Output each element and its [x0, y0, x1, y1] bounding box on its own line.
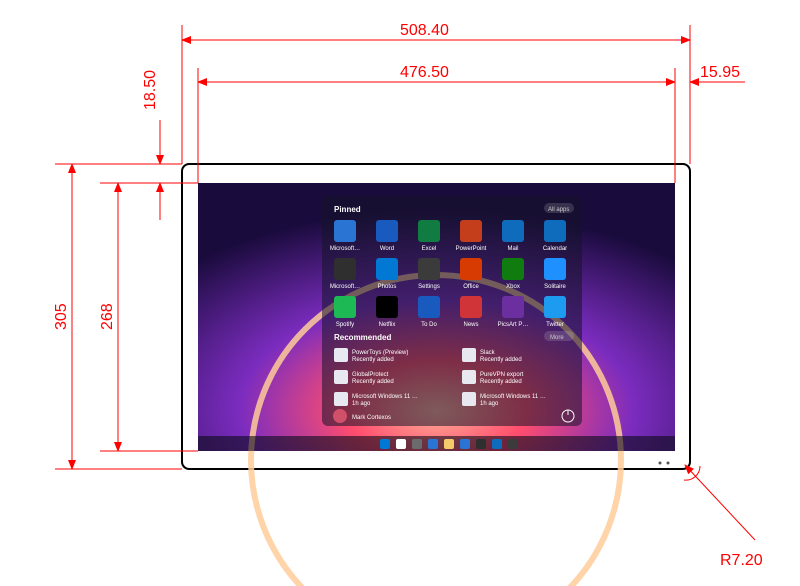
pinned-app-label: Microsoft… — [330, 246, 360, 252]
pinned-app-label: Office — [463, 284, 479, 290]
recommended-title: Slack — [480, 350, 496, 356]
search-icon[interactable] — [396, 439, 406, 449]
pinned-app-label: Solitaire — [544, 284, 566, 290]
pinned-app[interactable]: Twitter — [544, 296, 566, 328]
pinned-app[interactable]: Spotify — [334, 296, 356, 328]
pinned-app-label: Settings — [418, 284, 440, 290]
start-menu: Pinned All apps Microsoft… Word Excel Power… — [322, 196, 582, 426]
pinned-app-label: Twitter — [546, 322, 564, 328]
dim-outer-height: 305 — [53, 303, 70, 330]
recommended-sub: Recently added — [480, 357, 522, 363]
recommended-sub: 1h ago — [480, 401, 499, 407]
pinned-app[interactable]: Solitaire — [544, 258, 566, 290]
pinned-app-label: Spotify — [336, 322, 354, 328]
pinned-header: Pinned — [334, 205, 361, 214]
pinned-app[interactable]: Netflix — [376, 296, 398, 328]
dim-side-bezel: 15.95 — [700, 64, 740, 81]
pinned-app-label: Microsoft… — [330, 284, 360, 290]
recommended-header: Recommended — [334, 333, 391, 342]
pinned-app[interactable]: Microsoft… — [330, 258, 360, 290]
pinned-app[interactable]: Photos — [376, 258, 398, 290]
recommended-title: PureVPN export — [480, 372, 524, 378]
recommended-item[interactable]: PureVPN exportRecently added — [462, 370, 524, 385]
recommended-title: PowerToys (Preview) — [352, 350, 408, 356]
recommended-sub: Recently added — [352, 357, 394, 363]
edge-icon[interactable] — [460, 439, 470, 449]
device: Pinned All apps Microsoft… Word Excel Power… — [182, 164, 690, 586]
recommended-sub: Recently added — [480, 379, 522, 385]
dim-top-bezel: 18.50 — [142, 70, 159, 110]
pinned-app-label: Calendar — [543, 246, 567, 252]
pinned-app-label: Mail — [507, 246, 518, 252]
settings-icon[interactable] — [508, 439, 518, 449]
pinned-app-label: Excel — [422, 246, 437, 252]
camera-dot — [667, 462, 670, 465]
svg-text:All apps: All apps — [548, 207, 569, 213]
store-icon[interactable] — [476, 439, 486, 449]
taskbar — [198, 436, 675, 451]
pinned-app[interactable]: Microsoft… — [330, 220, 360, 252]
dim-corner-radius: R7.20 — [720, 552, 763, 569]
pinned-app[interactable]: PicsArt P… — [498, 296, 529, 328]
pinned-app[interactable]: Calendar — [543, 220, 567, 252]
pinned-app-label: Xbox — [506, 284, 520, 290]
pinned-app[interactable]: To Do — [418, 296, 440, 328]
recommended-sub: 1h ago — [352, 401, 371, 407]
dim-inner-width: 476.50 — [400, 64, 449, 81]
dim-inner-height: 268 — [99, 303, 116, 330]
pinned-app-label: News — [463, 322, 478, 328]
pinned-app-label: Photos — [378, 284, 397, 290]
pinned-app-label: To Do — [421, 322, 437, 328]
pinned-app-label: PowerPoint — [456, 246, 487, 252]
svg-text:More: More — [550, 335, 564, 341]
recommended-title: Microsoft Windows 11 … — [352, 394, 418, 400]
camera-dot — [659, 462, 662, 465]
user-name: Mark Cortexos — [352, 415, 391, 421]
pinned-app-label: Netflix — [379, 322, 396, 328]
widgets-icon[interactable] — [428, 439, 438, 449]
task-view-icon[interactable] — [412, 439, 422, 449]
avatar[interactable] — [333, 409, 347, 423]
recommended-title: Microsoft Windows 11 … — [480, 394, 546, 400]
start-icon[interactable] — [380, 439, 390, 449]
dim-outer-width: 508.40 — [400, 22, 449, 39]
recommended-title: GlobalProtect — [352, 372, 389, 378]
pinned-app[interactable]: Settings — [418, 258, 440, 290]
mail-icon[interactable] — [492, 439, 502, 449]
pinned-app-label: Word — [380, 246, 394, 252]
pinned-app-label: PicsArt P… — [498, 322, 529, 328]
explorer-icon[interactable] — [444, 439, 454, 449]
pinned-app[interactable]: Office — [460, 258, 482, 290]
recommended-item[interactable]: GlobalProtectRecently added — [334, 370, 394, 385]
recommended-sub: Recently added — [352, 379, 394, 385]
